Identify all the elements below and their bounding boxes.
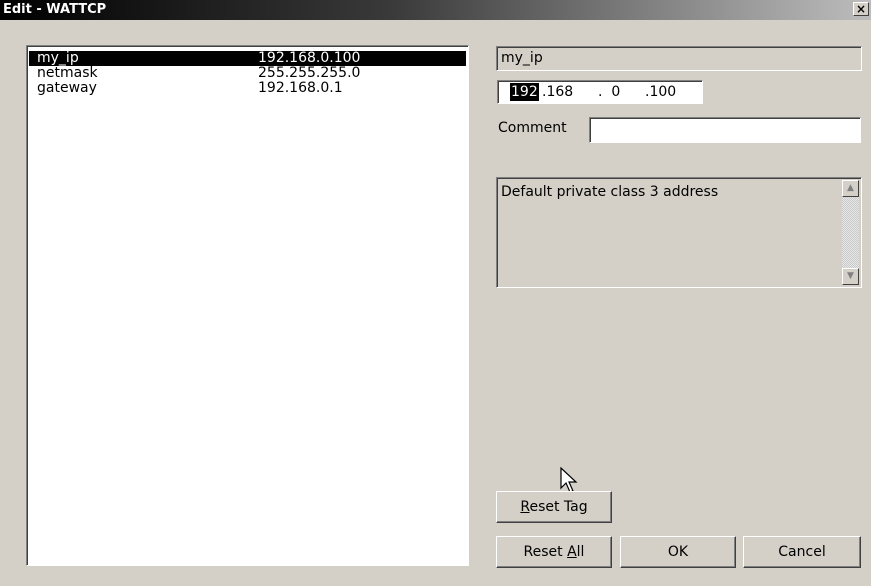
tag-name: gateway bbox=[37, 80, 97, 96]
ip-octet-4[interactable]: .100 bbox=[645, 81, 676, 103]
title-bar: Edit - WATTCP × bbox=[0, 0, 871, 20]
reset-all-button[interactable]: Reset All bbox=[496, 536, 612, 568]
scroll-up-icon[interactable]: ▲ bbox=[842, 180, 859, 197]
tag-row[interactable]: netmask 255.255.255.0 bbox=[29, 66, 466, 81]
ip-octet-1[interactable]: 192 bbox=[510, 83, 539, 101]
tag-row[interactable]: gateway 192.168.0.1 bbox=[29, 81, 466, 96]
description-memo[interactable]: Default private class 3 address ▲ ▼ bbox=[496, 177, 862, 288]
ip-address-input[interactable]: 192 .168 . 0 .100 bbox=[497, 80, 703, 104]
tag-value: 192.168.0.1 bbox=[258, 80, 343, 96]
tag-list[interactable]: my_ip 192.168.0.100 netmask 255.255.255.… bbox=[26, 45, 469, 566]
ip-octet-2[interactable]: .168 bbox=[542, 81, 573, 103]
window-title: Edit - WATTCP bbox=[3, 2, 107, 17]
tag-name: my_ip bbox=[37, 50, 79, 66]
description-text: Default private class 3 address bbox=[501, 184, 719, 200]
ip-octet-3[interactable]: . 0 bbox=[598, 81, 620, 103]
reset-all-label-pre: Reset bbox=[523, 544, 568, 560]
tag-value: 192.168.0.100 bbox=[258, 50, 361, 66]
tag-row[interactable]: my_ip 192.168.0.100 bbox=[29, 51, 466, 66]
comment-label: Comment bbox=[498, 120, 567, 136]
reset-tag-label-post: eset Tag bbox=[529, 499, 588, 515]
reset-tag-button[interactable]: Reset Tag bbox=[496, 491, 612, 523]
tag-name-field: my_ip bbox=[496, 46, 862, 71]
close-button[interactable]: × bbox=[853, 2, 869, 16]
reset-all-accelerator: A bbox=[567, 544, 577, 560]
scroll-down-icon[interactable]: ▼ bbox=[842, 268, 859, 285]
ok-button[interactable]: OK bbox=[620, 536, 736, 568]
reset-all-label-post: ll bbox=[576, 544, 585, 560]
vertical-scrollbar[interactable]: ▲ ▼ bbox=[842, 180, 859, 285]
cancel-button[interactable]: Cancel bbox=[743, 536, 861, 568]
tag-name: netmask bbox=[37, 65, 98, 81]
tag-value: 255.255.255.0 bbox=[258, 65, 361, 81]
comment-input[interactable] bbox=[589, 117, 861, 143]
